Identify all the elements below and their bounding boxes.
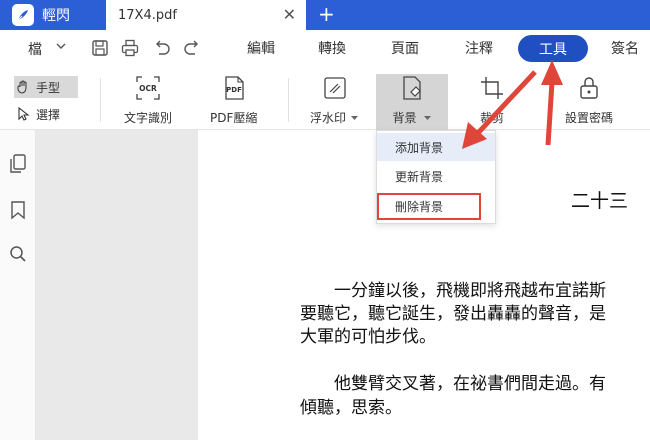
text-line: 大軍的可怕步伐。 xyxy=(300,327,436,347)
delete-background-highlight xyxy=(377,193,481,220)
menu-tools[interactable]: 工具 xyxy=(518,35,588,62)
menu-edit[interactable]: 編輯 xyxy=(247,38,275,58)
crop-button[interactable]: 裁剪 xyxy=(478,74,506,126)
close-tab-icon[interactable]: ✕ xyxy=(283,7,296,23)
crop-label: 裁剪 xyxy=(479,111,504,125)
lock-icon xyxy=(575,74,603,102)
ocr-button[interactable]: OCR 文字識別 xyxy=(124,74,172,126)
caret-down-icon xyxy=(351,115,359,120)
set-password-button[interactable]: 設置密碼 xyxy=(565,74,613,126)
menu-sign[interactable]: 簽名 xyxy=(611,38,639,58)
pdf-icon-text: PDF xyxy=(226,86,242,94)
new-tab-button[interactable]: + xyxy=(318,3,335,25)
toolbar-divider xyxy=(100,78,101,122)
hand-icon xyxy=(17,80,27,94)
pdf-compress-label: PDF壓縮 xyxy=(210,111,258,125)
text-line: 一分鐘以後，飛機即將飛越布宜諾斯 xyxy=(300,281,606,301)
watermark-button[interactable]: 浮水印 xyxy=(310,74,359,126)
bookmark-icon[interactable] xyxy=(6,198,30,222)
app-name: 輕閃 xyxy=(42,8,70,24)
add-background-item[interactable]: 添加背景 xyxy=(377,133,495,161)
text-line: 他雙臂交叉著，在祕書們間走過。有 xyxy=(300,374,606,394)
menu-convert[interactable]: 轉換 xyxy=(318,38,346,58)
file-menu[interactable]: 檔 xyxy=(28,39,42,59)
feather-icon xyxy=(12,4,34,26)
background-icon xyxy=(398,74,426,102)
save-icon[interactable] xyxy=(90,38,110,58)
set-password-label: 設置密碼 xyxy=(565,111,614,125)
pages-icon[interactable] xyxy=(6,152,30,176)
hand-tool-button[interactable]: 手型 xyxy=(14,76,78,98)
search-icon[interactable] xyxy=(6,242,30,266)
redo-icon[interactable] xyxy=(182,38,202,58)
toolbar-divider xyxy=(288,78,289,122)
background-label: 背景 xyxy=(392,111,417,125)
menu-bar: 檔 編輯 轉換 頁面 注釋 工具 簽名 xyxy=(0,30,650,66)
print-icon[interactable] xyxy=(120,38,140,58)
cursor-icon xyxy=(18,107,30,121)
ocr-icon-text: OCR xyxy=(139,84,157,93)
text-line: 要聽它，聽它誕生，發出轟轟的聲音，是 xyxy=(300,304,606,324)
text-line: 傾聽，思索。 xyxy=(300,398,402,418)
update-background-item[interactable]: 更新背景 xyxy=(377,162,495,190)
app-tab[interactable]: 輕閃 xyxy=(0,0,106,30)
pdf-compress-button[interactable]: PDF PDF壓縮 xyxy=(210,74,257,126)
left-sidebar xyxy=(0,130,36,440)
watermark-icon xyxy=(321,74,349,102)
chevron-down-icon[interactable] xyxy=(56,42,66,50)
document-tab[interactable]: 17X4.pdf ✕ xyxy=(106,0,306,30)
ocr-label: 文字識別 xyxy=(124,111,173,125)
caret-down-icon xyxy=(423,115,431,120)
title-bar: 輕閃 17X4.pdf ✕ + xyxy=(0,0,650,30)
chapter-title: 二十三 xyxy=(571,190,629,212)
pdf-file-icon: PDF xyxy=(220,74,248,102)
background-button[interactable]: 背景 xyxy=(376,74,448,130)
watermark-label: 浮水印 xyxy=(310,111,347,125)
crop-icon xyxy=(478,74,506,102)
document-tab-title: 17X4.pdf xyxy=(118,7,177,23)
hand-tool-label: 手型 xyxy=(36,80,61,95)
undo-icon[interactable] xyxy=(152,38,172,58)
tools-ribbon: 手型 選擇 OCR 文字識別 PDF PDF壓縮 浮水印 背景 裁剪 設置密碼 xyxy=(0,66,650,130)
menu-annotate[interactable]: 注釋 xyxy=(465,38,493,58)
ocr-icon: OCR xyxy=(134,74,162,102)
select-tool-button[interactable]: 選擇 xyxy=(14,103,78,125)
page-margin-area xyxy=(36,130,198,440)
menu-page[interactable]: 頁面 xyxy=(391,38,419,58)
select-tool-label: 選擇 xyxy=(36,107,61,122)
